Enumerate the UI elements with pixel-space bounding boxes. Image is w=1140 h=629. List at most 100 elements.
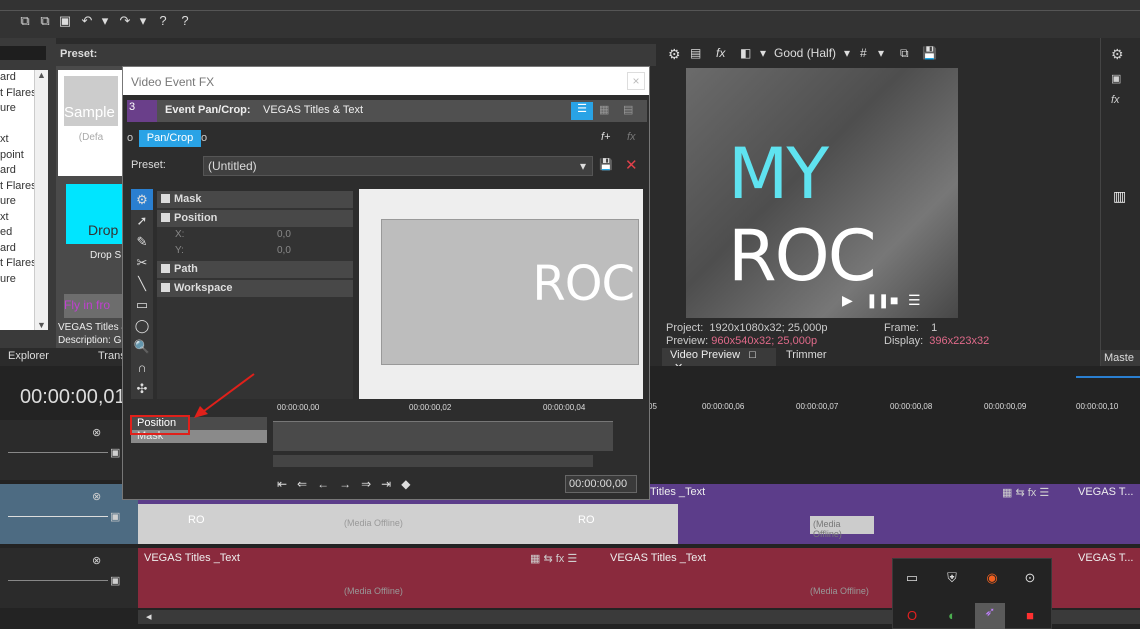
timeline-ruler[interactable]: 05 00:00:00,06 00:00:00,07 00:00:00,08 0… — [640, 402, 1140, 420]
magnet-icon[interactable]: ∩ — [131, 357, 153, 378]
chevron-down-icon[interactable]: ▾ — [760, 46, 766, 60]
clip-end-segment[interactable]: ▦ ⇆ fx ☰ VEGAS T... — [1002, 484, 1140, 544]
tree-node-position[interactable]: Position — [157, 210, 353, 227]
slider-handle-icon[interactable]: ▣ — [110, 574, 120, 587]
settings-icon[interactable]: ⊙ — [1021, 569, 1039, 587]
expanded-view-icon[interactable]: ▤ — [623, 103, 633, 116]
pause-icon[interactable]: ❚❚ — [866, 292, 889, 309]
line-icon[interactable]: ╲ — [131, 273, 153, 294]
feather-icon[interactable]: ➶ — [975, 603, 1005, 629]
level-slider[interactable] — [8, 580, 108, 581]
preset-tile-drop[interactable]: Drop — [66, 184, 122, 244]
redo-icon[interactable]: ↷ — [118, 14, 132, 28]
paste-icon[interactable]: ▣ — [58, 14, 72, 28]
clip-fx-icon[interactable]: ▦ ⇆ fx ☰ — [1002, 486, 1049, 499]
remove-fx-icon[interactable]: fx — [627, 131, 636, 143]
erase-icon[interactable]: ✂ — [131, 252, 153, 273]
keyframe-ruler[interactable]: 00:00:00,00 00:00:00,02 00:00:00,04 — [273, 403, 628, 421]
explorer-scrollbar[interactable]: ▲ ▼ — [34, 70, 48, 330]
copy-icon[interactable]: ⧉ — [38, 14, 52, 28]
chevron-down-icon[interactable]: ▾ — [136, 14, 150, 28]
level-slider[interactable] — [8, 516, 108, 517]
shield-icon[interactable]: ⛨ — [943, 569, 961, 587]
pointer-icon[interactable]: ➚ — [131, 210, 153, 231]
slider-handle-icon[interactable]: ▣ — [110, 510, 120, 523]
mute-icon[interactable]: ⊗ — [92, 426, 101, 439]
chevron-down-icon[interactable]: ▾ — [98, 14, 112, 28]
mute-icon[interactable]: ⊗ — [92, 490, 101, 503]
scroll-left-icon[interactable]: ◂ — [146, 610, 152, 623]
crop-frame[interactable]: ROC — [381, 219, 639, 365]
loop-region[interactable] — [1076, 376, 1140, 378]
display-icon[interactable]: ▭ — [903, 569, 921, 587]
delete-preset-icon[interactable]: ✕ — [625, 156, 638, 174]
keyframe-nav-icons[interactable]: ⇤⇐←→⇒⇥◆ — [277, 477, 420, 491]
help-icon[interactable]: ? — [156, 14, 170, 28]
fx-icon[interactable]: fx — [1111, 94, 1120, 106]
move-icon[interactable]: ✣ — [131, 378, 153, 399]
gear-icon[interactable]: ⚙ — [668, 46, 681, 63]
keyframe-scrollbar[interactable] — [273, 455, 593, 467]
track-header[interactable]: ⊗ ▣ — [0, 484, 138, 544]
tree-node-path[interactable]: Path — [157, 261, 353, 278]
copy-snapshot-icon[interactable]: ⧉ — [900, 46, 909, 61]
copy-icon[interactable]: ⧉ — [18, 14, 32, 28]
level-slider[interactable] — [8, 452, 108, 453]
save-preset-icon[interactable]: 💾 — [599, 158, 613, 171]
play-icon[interactable]: ▶ — [842, 292, 853, 309]
pan-crop-canvas[interactable]: ROC — [359, 189, 643, 399]
preset-tile-fly-in[interactable]: Fly in fro — [64, 294, 124, 318]
property-value[interactable]: 0,0 — [277, 245, 291, 256]
slider-handle-icon[interactable]: ▣ — [110, 446, 120, 459]
menu-icon[interactable]: ☰ — [908, 292, 921, 309]
scroll-down-icon[interactable]: ▼ — [35, 320, 48, 330]
grid-view-icon[interactable]: ▦ — [599, 103, 609, 116]
track-header[interactable]: ⊗ ▣ — [0, 548, 138, 608]
undock-icon[interactable]: □ — [749, 349, 756, 361]
clip-fx-icon[interactable]: ▦ ⇆ fx ☰ — [530, 552, 577, 565]
list-view-icon[interactable]: ☰ — [571, 102, 593, 120]
quality-select[interactable]: Good (Half) — [774, 46, 836, 60]
whats-this-icon[interactable]: ? — [178, 14, 192, 28]
close-button[interactable]: × — [627, 72, 645, 90]
record-icon[interactable]: ■ — [1021, 607, 1039, 625]
plugin-chain: o Pan/Crop o f+ fx — [127, 127, 647, 151]
keyframe-time-field[interactable]: 00:00:00,00 — [565, 475, 637, 493]
mute-icon[interactable]: ⊗ — [92, 554, 101, 567]
add-fx-icon[interactable]: f+ — [601, 131, 610, 143]
explorer-path-field[interactable] — [0, 46, 46, 60]
scroll-up-icon[interactable]: ▲ — [35, 70, 48, 80]
tab-trimmer[interactable]: Trimmer — [786, 349, 827, 361]
chevron-down-icon[interactable]: ▾ — [878, 46, 884, 60]
tab-video-preview[interactable]: Video Preview □ ✕ — [662, 348, 776, 374]
zoom-icon[interactable]: 🔍 — [131, 336, 153, 357]
fx-icon[interactable]: fx — [716, 46, 725, 60]
master-icon[interactable]: ▣ — [1111, 72, 1121, 85]
paint-icon[interactable]: ◐ — [943, 607, 961, 625]
gear-icon[interactable]: ⚙ — [1111, 46, 1124, 63]
stop-icon[interactable]: ■ — [890, 292, 898, 308]
preset-tile-default[interactable]: Sample (Defa — [58, 70, 124, 176]
opera-icon[interactable]: O — [903, 607, 921, 625]
keyframe-lane[interactable] — [273, 421, 613, 451]
tab-explorer[interactable]: Explorer — [8, 350, 49, 362]
rectangle-icon[interactable]: ▭ — [131, 294, 153, 315]
tree-node-mask[interactable]: Mask — [157, 191, 353, 208]
gear-icon[interactable]: ⚙ — [131, 189, 153, 210]
pan-crop-button[interactable]: Pan/Crop — [139, 130, 201, 147]
ellipse-icon[interactable]: ◯ — [131, 315, 153, 336]
split-screen-icon[interactable]: ◧ — [740, 46, 751, 60]
undo-icon[interactable]: ↶ — [80, 14, 94, 28]
save-snapshot-icon[interactable]: 💾 — [922, 46, 937, 60]
video-clip[interactable]: RO (Media Offline) RO — [138, 504, 678, 544]
browser-icon[interactable]: ◉ — [983, 569, 1001, 587]
pen-icon[interactable]: ✎ — [131, 231, 153, 252]
track-header[interactable]: ⊗ ▣ — [0, 420, 138, 480]
property-value[interactable]: 0,0 — [277, 229, 291, 240]
preset-dropdown[interactable]: (Untitled) ▾ — [203, 156, 593, 176]
tree-node-workspace[interactable]: Workspace — [157, 280, 353, 297]
chevron-down-icon[interactable]: ▾ — [580, 159, 586, 173]
chevron-down-icon[interactable]: ▾ — [844, 46, 850, 60]
grid-icon[interactable]: # — [860, 46, 867, 60]
properties-icon[interactable]: ▤ — [690, 46, 701, 60]
